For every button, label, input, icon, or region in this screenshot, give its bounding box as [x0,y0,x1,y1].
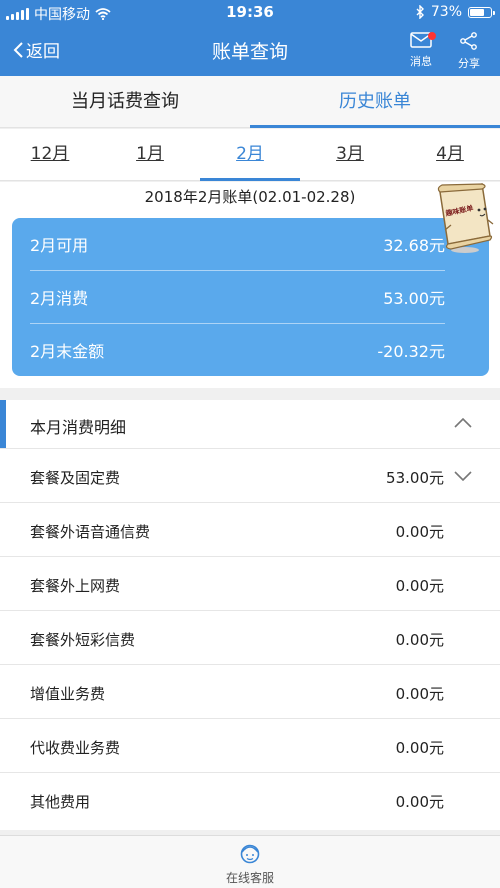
summary-label: 2月末金额 [30,342,105,361]
status-right: 73% [416,4,495,20]
detail-row-other[interactable]: 其他费用 0.00元 [0,772,500,826]
share-label: 分享 [458,57,480,70]
bill-tabs: 当月话费查询 历史账单 [0,76,500,128]
online-service-label: 在线客服 [225,871,274,885]
detail-value: 0.00元 [395,739,444,757]
summary-label: 2月可用 [30,236,89,255]
tab-current-month[interactable]: 当月话费查询 [0,76,250,128]
bottom-bar: 在线客服 [0,835,500,888]
status-bar: 中国移动 19:36 73% [0,0,500,24]
battery-percent: 73% [430,4,462,20]
details-title: 本月消费明细 [30,418,127,437]
bill-summary-section: 2018年2月账单(02.01-02.28) 2月可用 32.68元 2月消费 … [0,182,500,388]
messages-button[interactable]: 消息 [404,32,438,69]
share-icon [460,32,477,50]
detail-value: 0.00元 [395,631,444,649]
detail-row-data[interactable]: 套餐外上网费 0.00元 [0,556,500,610]
summary-row-available: 2月可用 32.68元 [30,218,445,270]
consumption-details: 本月消费明细 套餐及固定费 53.00元 套餐外语音通信费 0.00元 套餐外上… [0,400,500,830]
chevron-down-icon[interactable] [454,471,472,481]
active-tab-indicator [250,125,500,128]
month-tab-4[interactable]: 4月 [400,129,500,181]
summary-value: 53.00元 [383,289,445,308]
fun-bill-sticker[interactable]: 趣味账单 [436,180,494,254]
detail-label: 其他费用 [30,793,91,811]
chevron-up-icon[interactable] [454,418,472,428]
detail-value: 0.00元 [395,523,444,541]
month-tab-1[interactable]: 1月 [100,129,200,181]
detail-label: 代收费业务费 [30,739,121,757]
messages-label: 消息 [410,55,432,68]
detail-row-sms-mms[interactable]: 套餐外短彩信费 0.00元 [0,610,500,664]
battery-fill [470,8,484,16]
detail-value: 53.00元 [386,469,444,487]
customer-service-icon [240,844,260,864]
detail-value: 0.00元 [395,685,444,703]
summary-row-spent: 2月消费 53.00元 [30,271,445,323]
detail-value: 0.00元 [395,577,444,595]
detail-label: 套餐外语音通信费 [30,523,151,541]
bluetooth-icon [416,5,424,19]
section-accent-bar [0,400,6,448]
detail-row-collection[interactable]: 代收费业务费 0.00元 [0,718,500,772]
share-button[interactable]: 分享 [452,32,486,71]
summary-value: -20.32元 [377,342,445,361]
month-tab-3[interactable]: 3月 [300,129,400,181]
online-service-button[interactable]: 在线客服 [0,842,500,886]
detail-label: 增值业务费 [30,685,106,703]
detail-label: 套餐及固定费 [30,469,121,487]
month-tab-12[interactable]: 12月 [0,129,100,181]
summary-row-balance: 2月末金额 -20.32元 [30,324,445,376]
bill-period: 2018年2月账单(02.01-02.28) [144,188,356,206]
detail-label: 套餐外上网费 [30,577,121,595]
tab-history[interactable]: 历史账单 [250,76,500,128]
nav-bar: 返回 账单查询 消息 分享 [0,24,500,76]
bill-summary-card: 2月可用 32.68元 2月消费 53.00元 2月末金额 -20.32元 [12,218,489,376]
month-tab-2[interactable]: 2月 [200,129,300,181]
detail-label: 套餐外短彩信费 [30,631,136,649]
notification-dot [428,32,436,40]
detail-row-voice[interactable]: 套餐外语音通信费 0.00元 [0,502,500,556]
details-header[interactable]: 本月消费明细 [0,400,500,448]
detail-value: 0.00元 [395,793,444,811]
active-month-indicator [200,178,300,181]
month-selector: 12月 1月 2月 3月 4月 [0,129,500,181]
detail-row-package-fixed[interactable]: 套餐及固定费 53.00元 [0,448,500,502]
detail-row-value-added[interactable]: 增值业务费 0.00元 [0,664,500,718]
battery-icon [468,6,495,18]
summary-label: 2月消费 [30,289,89,308]
